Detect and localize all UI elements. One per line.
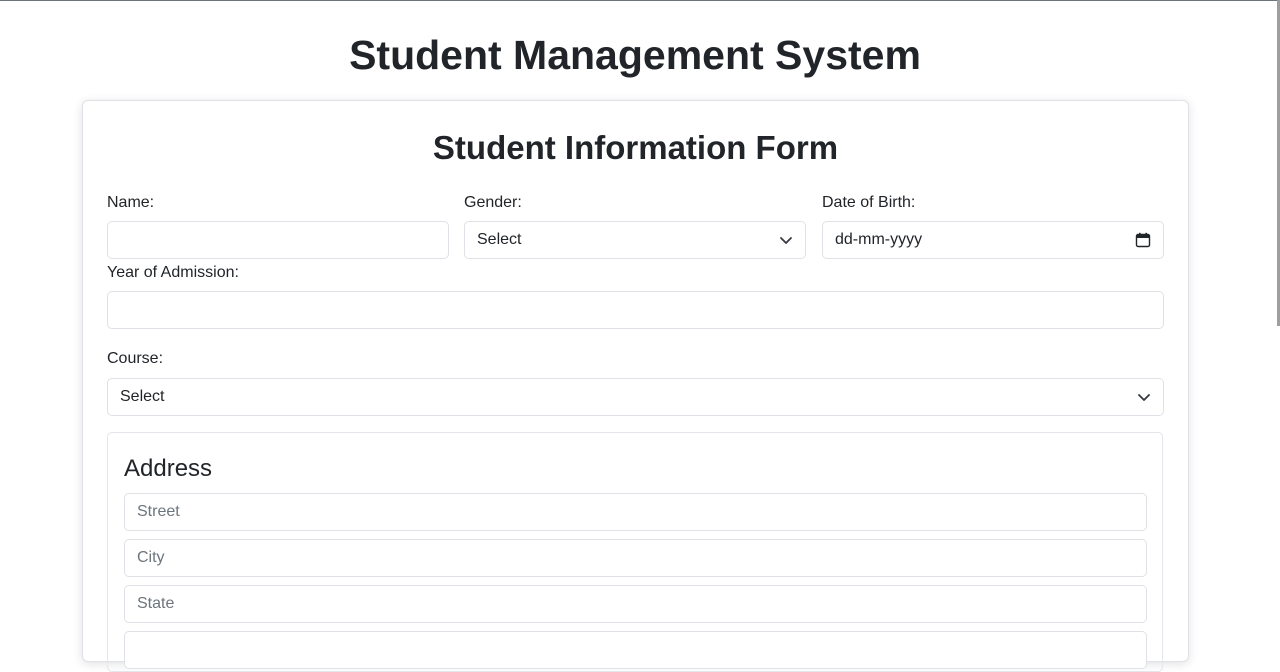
calendar-icon[interactable] — [1135, 232, 1151, 248]
address-title: Address — [124, 455, 213, 482]
dob-input-placeholder: dd-mm-yyyy — [835, 231, 923, 248]
next-address-input[interactable] — [124, 631, 1147, 669]
address-section: Address Street City State — [107, 432, 1163, 672]
gender-select[interactable]: Select — [464, 221, 806, 259]
gender-label: Gender: — [464, 194, 522, 211]
form-title: Student Information Form — [432, 129, 839, 166]
year-of-admission-label: Year of Admission: — [107, 264, 239, 281]
course-select[interactable]: Select — [107, 378, 1164, 416]
dob-label: Date of Birth: — [822, 194, 916, 211]
student-form-card: Student Information Form Name: Gender: S… — [82, 100, 1189, 672]
gender-select-value: Select — [477, 231, 522, 248]
name-label: Name: — [107, 194, 155, 211]
street-input[interactable]: Street — [124, 493, 1147, 531]
course-label: Course: — [107, 350, 164, 367]
city-placeholder: City — [137, 549, 165, 566]
dob-input[interactable]: dd-mm-yyyy — [822, 221, 1164, 259]
window-top-border — [0, 0, 1280, 1]
street-placeholder: Street — [137, 503, 180, 520]
state-placeholder: State — [137, 595, 175, 612]
city-input[interactable]: City — [124, 539, 1147, 577]
chevron-down-icon — [1137, 390, 1151, 404]
year-of-admission-input[interactable] — [107, 291, 1164, 329]
state-input[interactable]: State — [124, 585, 1147, 623]
page-title: Student Management System — [349, 32, 921, 78]
name-input[interactable] — [107, 221, 449, 259]
course-select-value: Select — [120, 388, 165, 405]
chevron-down-icon — [779, 233, 793, 247]
